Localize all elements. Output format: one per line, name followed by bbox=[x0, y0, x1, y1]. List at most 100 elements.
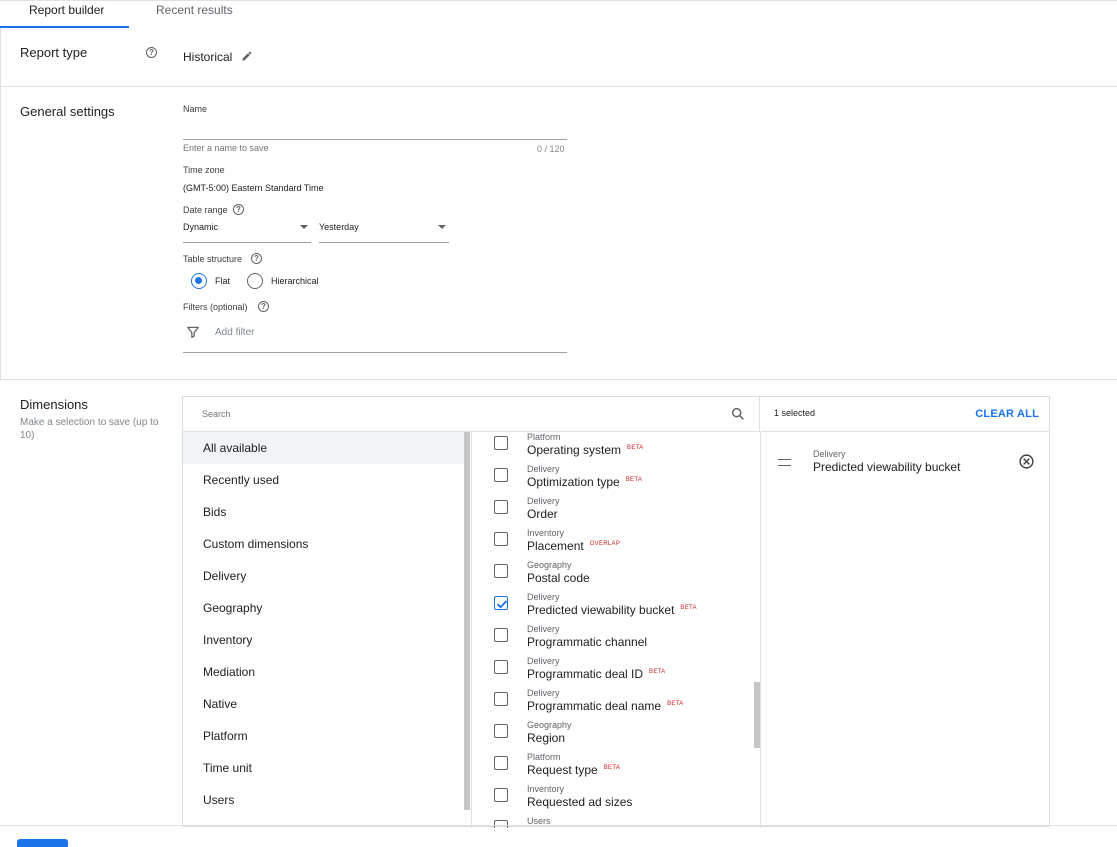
category-item-geography[interactable]: Geography bbox=[183, 592, 464, 624]
category-list: All available Recently used Bids Custom … bbox=[183, 432, 472, 828]
category-item-custom-dimensions[interactable]: Custom dimensions bbox=[183, 528, 464, 560]
category-item-all-available[interactable]: All available bbox=[183, 432, 464, 464]
dimension-label: Requested ad sizes bbox=[527, 795, 633, 809]
category-item-recently-used[interactable]: Recently used bbox=[183, 464, 464, 496]
dimension-category: Inventory bbox=[527, 528, 565, 538]
dimension-item[interactable]: Delivery Programmatic deal ID BETA bbox=[472, 656, 752, 688]
dimension-picker: All available Recently used Bids Custom … bbox=[182, 396, 1050, 828]
category-item-delivery[interactable]: Delivery bbox=[183, 560, 464, 592]
checkbox[interactable] bbox=[494, 692, 508, 706]
dimension-category: Delivery bbox=[527, 496, 560, 506]
dimensions-title: Dimensions bbox=[20, 397, 88, 412]
drag-handle-icon[interactable] bbox=[778, 459, 791, 466]
add-filter-button[interactable]: Add filter bbox=[215, 327, 254, 338]
tab-bar: Report builder Recent results bbox=[0, 0, 1117, 28]
dimension-category: Platform bbox=[527, 432, 561, 442]
radio-flat[interactable] bbox=[191, 273, 207, 289]
selected-dimensions-pane: 1 selected CLEAR ALL Delivery Predicted … bbox=[761, 397, 1049, 826]
dimension-item-selected[interactable]: Delivery Predicted viewability bucket BET… bbox=[472, 592, 752, 624]
name-input-underline bbox=[183, 139, 567, 140]
category-scrollbar[interactable] bbox=[464, 432, 470, 810]
date-range-help-icon[interactable]: ? bbox=[233, 204, 244, 215]
dimension-name: Postal code bbox=[527, 571, 590, 585]
checkbox[interactable] bbox=[494, 468, 508, 482]
dimension-name: Optimization type BETA bbox=[527, 475, 642, 489]
checkbox[interactable] bbox=[494, 628, 508, 642]
beta-badge: BETA bbox=[627, 445, 644, 451]
chevron-down-icon bbox=[438, 225, 446, 229]
checkbox[interactable] bbox=[494, 820, 508, 828]
checkbox[interactable] bbox=[494, 532, 508, 546]
checkbox[interactable] bbox=[494, 564, 508, 578]
dimension-item[interactable]: Geography Region bbox=[472, 720, 752, 752]
dimension-item[interactable]: Delivery Optimization type BETA bbox=[472, 464, 752, 496]
dimension-name: Programmatic channel bbox=[527, 635, 647, 649]
beta-badge: BETA bbox=[667, 701, 684, 707]
dimension-scrollbar[interactable] bbox=[754, 682, 760, 748]
dimension-item[interactable]: Delivery Order bbox=[472, 496, 752, 528]
dimension-name: Region bbox=[527, 731, 565, 745]
dimension-item[interactable]: Users bbox=[472, 816, 752, 828]
category-item-inventory[interactable]: Inventory bbox=[183, 624, 464, 656]
checkbox[interactable] bbox=[494, 500, 508, 514]
dimension-label: Postal code bbox=[527, 571, 590, 585]
checkbox[interactable] bbox=[494, 660, 508, 674]
checkbox[interactable] bbox=[494, 756, 508, 770]
table-structure-help-icon[interactable]: ? bbox=[251, 253, 262, 264]
overlap-badge: OVERLAP bbox=[589, 541, 621, 547]
dimension-item[interactable]: Platform Request type BETA bbox=[472, 752, 752, 784]
active-tab-indicator bbox=[0, 26, 129, 28]
name-input[interactable] bbox=[183, 143, 523, 153]
remove-circle-icon[interactable] bbox=[1018, 453, 1035, 470]
checkbox[interactable] bbox=[494, 788, 508, 802]
dimension-category: Delivery bbox=[527, 624, 560, 634]
search-icon[interactable] bbox=[730, 406, 746, 422]
checkbox-checked[interactable] bbox=[494, 596, 508, 610]
category-item-users[interactable]: Users bbox=[183, 784, 464, 816]
dimension-label: Programmatic deal ID bbox=[527, 667, 644, 681]
edit-pencil-icon[interactable] bbox=[241, 50, 253, 62]
category-item-platform[interactable]: Platform bbox=[183, 720, 464, 752]
selected-header: 1 selected CLEAR ALL bbox=[761, 397, 1049, 432]
filters-help-icon[interactable]: ? bbox=[258, 301, 269, 312]
filter-underline bbox=[183, 352, 567, 353]
dimension-name: Requested ad sizes bbox=[527, 795, 632, 809]
dimension-item[interactable]: Delivery Programmatic deal name BETA bbox=[472, 688, 752, 720]
date-range-value-select[interactable]: Yesterday bbox=[319, 221, 449, 243]
tab-recent-results[interactable]: Recent results bbox=[156, 3, 233, 28]
dimension-item[interactable]: Inventory Requested ad sizes bbox=[472, 784, 752, 816]
tab-report-builder[interactable]: Report builder bbox=[29, 3, 104, 28]
checkbox[interactable] bbox=[494, 724, 508, 738]
date-range-type-select[interactable]: Dynamic bbox=[183, 221, 311, 243]
dimension-name: Programmatic deal ID BETA bbox=[527, 667, 665, 681]
search-input[interactable] bbox=[202, 409, 702, 419]
dimension-label: Programmatic channel bbox=[527, 635, 648, 649]
dimension-label: Operating system bbox=[527, 443, 622, 457]
divider bbox=[0, 86, 1117, 87]
dimension-item[interactable]: Delivery Programmatic channel bbox=[472, 624, 752, 656]
clear-all-button[interactable]: CLEAR ALL bbox=[975, 408, 1039, 420]
radio-hierarchical[interactable] bbox=[247, 273, 263, 289]
category-item-time-unit[interactable]: Time unit bbox=[183, 752, 464, 784]
dimension-name: Placement OVERLAP bbox=[527, 539, 620, 553]
dimension-list: Platform Operating system BETA Delivery O… bbox=[472, 432, 761, 828]
dimension-label: Region bbox=[527, 731, 566, 745]
dimension-label: Predicted viewability bucket bbox=[527, 603, 675, 617]
chevron-down-icon bbox=[300, 225, 308, 229]
dimension-item[interactable]: Geography Postal code bbox=[472, 560, 752, 592]
date-range-value: Yesterday bbox=[319, 222, 359, 232]
dimension-category: Delivery bbox=[527, 688, 560, 698]
dimension-item[interactable]: Platform Operating system BETA bbox=[472, 432, 752, 464]
report-type-help-icon[interactable]: ? bbox=[146, 47, 157, 58]
dimension-label: Optimization type bbox=[527, 475, 620, 489]
dimension-label: Order bbox=[527, 507, 558, 521]
category-item-native[interactable]: Native bbox=[183, 688, 464, 720]
category-item-bids[interactable]: Bids bbox=[183, 496, 464, 528]
dimension-category: Geography bbox=[527, 720, 572, 730]
dimension-category: Geography bbox=[527, 560, 572, 570]
dimension-item[interactable]: Inventory Placement OVERLAP bbox=[472, 528, 752, 560]
run-report-button[interactable] bbox=[17, 839, 68, 847]
category-item-mediation[interactable]: Mediation bbox=[183, 656, 464, 688]
checkbox[interactable] bbox=[494, 436, 508, 450]
dimension-category: Delivery bbox=[527, 592, 560, 602]
